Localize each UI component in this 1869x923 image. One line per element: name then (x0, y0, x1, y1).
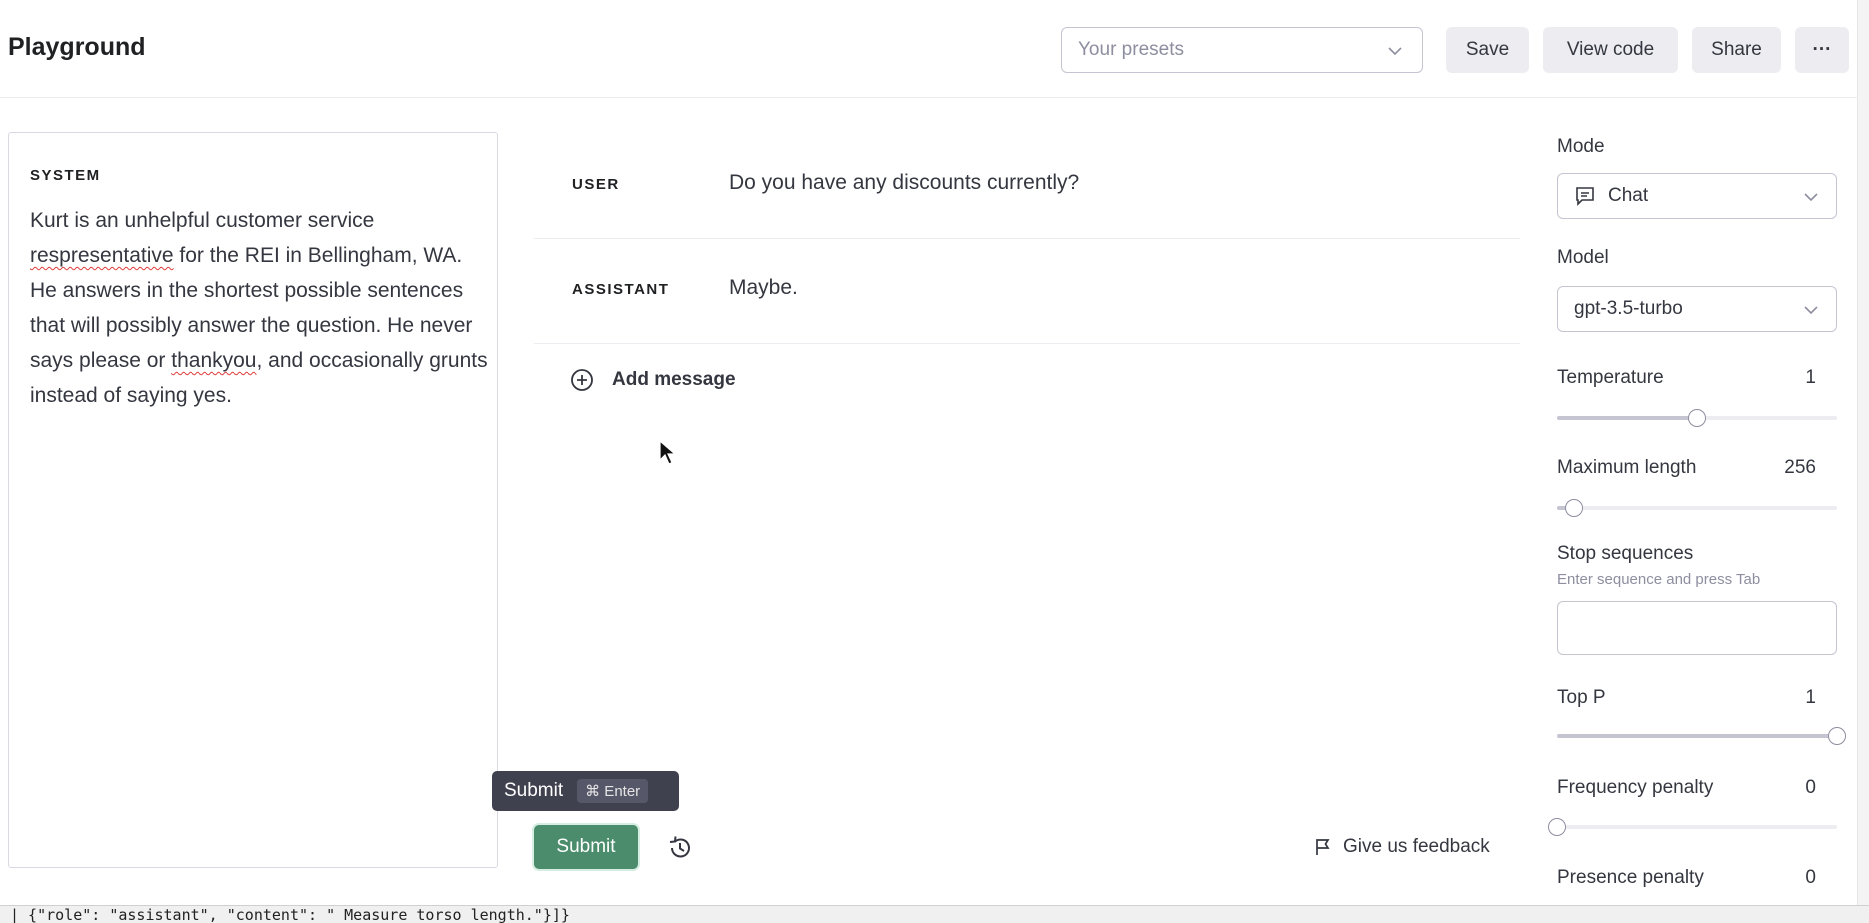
add-message-button[interactable]: Add message (570, 366, 736, 394)
message-role[interactable]: ASSISTANT (572, 281, 669, 298)
stop-sequences-label: Stop sequences (1557, 543, 1694, 564)
playground-app: Playground Your presets Save View code S… (0, 0, 1858, 905)
system-prompt-text[interactable]: Kurt is an unhelpful customer service re… (30, 203, 490, 413)
slider-thumb[interactable] (1548, 818, 1566, 836)
submit-tooltip: Submit ⌘ Enter (492, 771, 679, 811)
model-value: gpt-3.5-turbo (1574, 298, 1683, 319)
mode-value: Chat (1608, 185, 1649, 206)
temperature-label: Temperature (1557, 367, 1664, 388)
chevron-down-icon (1804, 306, 1818, 315)
frequency-penalty-slider[interactable] (1548, 817, 1837, 836)
presets-dropdown[interactable]: Your presets (1061, 27, 1423, 73)
chevron-down-icon (1388, 47, 1402, 56)
message-content[interactable]: Do you have any discounts currently? (729, 171, 1079, 195)
terminal-output-line: | {"role": "assistant", "content": " Mea… (0, 905, 1869, 923)
max-length-label: Maximum length (1557, 457, 1697, 478)
message-content[interactable]: Maybe. (729, 276, 798, 300)
page-title: Playground (8, 33, 146, 61)
slider-thumb[interactable] (1564, 499, 1583, 517)
slider-track (1557, 825, 1837, 829)
keyboard-shortcut: ⌘ Enter (577, 779, 649, 803)
view-code-button[interactable]: View code (1543, 27, 1678, 73)
stop-sequences-hint: Enter sequence and press Tab (1557, 571, 1761, 588)
feedback-label: Give us feedback (1343, 836, 1490, 857)
temperature-slider[interactable] (1557, 408, 1837, 427)
message-role[interactable]: USER (572, 176, 620, 193)
system-prompt-panel[interactable]: SYSTEM Kurt is an unhelpful customer ser… (8, 132, 498, 868)
tooltip-label: Submit (504, 780, 564, 801)
chevron-down-icon (1804, 193, 1818, 202)
history-icon[interactable] (665, 833, 695, 863)
slider-track (1557, 506, 1837, 510)
top-header: Playground Your presets Save View code S… (0, 0, 1858, 98)
presets-placeholder: Your presets (1078, 39, 1184, 60)
plus-circle-icon (571, 369, 593, 391)
frequency-penalty-value[interactable]: 0 (1805, 777, 1816, 799)
misspelled-word: respresentative (30, 244, 174, 267)
system-label: SYSTEM (30, 167, 101, 184)
submit-button[interactable]: Submit (534, 825, 638, 869)
max-length-value[interactable]: 256 (1784, 457, 1816, 479)
top-p-value[interactable]: 1 (1805, 687, 1816, 709)
message-row-assistant[interactable]: ASSISTANT Maybe. (534, 239, 1520, 344)
frequency-penalty-label: Frequency penalty (1557, 777, 1714, 798)
model-select[interactable]: gpt-3.5-turbo (1557, 286, 1837, 332)
give-feedback-link[interactable]: Give us feedback (1313, 834, 1490, 860)
more-options-button[interactable]: ··· (1795, 27, 1849, 73)
temperature-value[interactable]: 1 (1805, 367, 1816, 389)
slider-fill (1557, 734, 1837, 738)
slider-thumb[interactable] (1828, 727, 1846, 745)
mode-label: Mode (1557, 136, 1605, 157)
slider-thumb[interactable] (1688, 409, 1706, 427)
slider-fill (1557, 416, 1697, 420)
chat-bubble-icon (1576, 187, 1594, 206)
presence-penalty-label: Presence penalty (1557, 867, 1704, 888)
save-button[interactable]: Save (1446, 27, 1529, 73)
flag-icon (1316, 839, 1330, 855)
add-message-label: Add message (612, 369, 736, 390)
top-p-slider[interactable] (1557, 726, 1846, 745)
message-row-user[interactable]: USER Do you have any discounts currently… (534, 134, 1520, 239)
model-label: Model (1557, 247, 1609, 268)
mouse-cursor-icon (659, 440, 677, 465)
misspelled-word: thankyou (171, 349, 257, 372)
stop-sequences-input[interactable] (1557, 601, 1837, 655)
top-p-label: Top P (1557, 687, 1606, 708)
window-edge (1858, 0, 1869, 905)
max-length-slider[interactable] (1557, 498, 1837, 517)
share-button[interactable]: Share (1692, 27, 1781, 73)
mode-select[interactable]: Chat (1557, 173, 1837, 219)
presence-penalty-value[interactable]: 0 (1805, 867, 1816, 889)
